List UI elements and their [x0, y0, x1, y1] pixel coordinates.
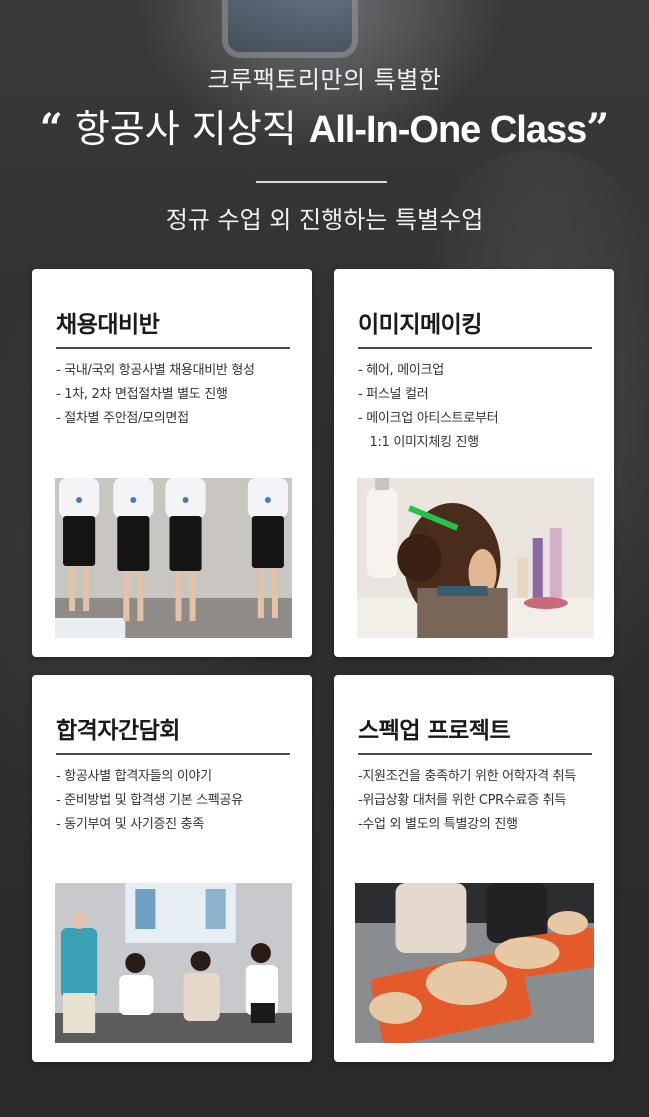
title-korean: 항공사 지상직 — [74, 107, 297, 151]
list-item: -지원조건을 충족하기 위한 어학자격 취득 — [358, 769, 576, 784]
card-list: - 국내/국외 항공사별 채용대비반 형성 - 1차, 2차 면접절차별 별도 … — [56, 359, 302, 431]
header-subtitle: 크루팩토리만의 특별한 — [207, 66, 442, 94]
list-item: 1:1 이미지체킹 진행 — [358, 435, 479, 450]
list-item: - 항공사별 합격자들의 이야기 — [56, 769, 212, 784]
list-item: - 1차, 2차 면접절차별 별도 진행 — [56, 387, 228, 402]
header-title: “ 항공사 지상직 All-In-One Class” — [0, 98, 649, 153]
card-image-making: 이미지메이킹 - 헤어, 메이크업 - 퍼스널 컬러 - 메이크업 아티스트로부… — [334, 269, 614, 657]
list-item: - 메이크업 아티스트로부터 — [358, 411, 499, 426]
close-quote: ” — [586, 105, 610, 152]
open-quote: “ — [39, 105, 63, 152]
list-item: - 동기부여 및 사기증진 충족 — [56, 817, 204, 832]
header-divider — [256, 181, 387, 183]
hair-styling-photo — [357, 478, 594, 638]
card-alumni-talk: 합격자간담회 - 항공사별 합격자들의 이야기 - 준비방법 및 합격생 기본 … — [32, 675, 312, 1062]
card-title: 합격자간담회 — [56, 711, 290, 755]
card-recruitment-prep: 채용대비반 - 국내/국외 항공사별 채용대비반 형성 - 1차, 2차 면접절… — [32, 269, 312, 657]
list-item: - 절차별 주안점/모의면접 — [56, 411, 189, 426]
list-item: - 국내/국외 항공사별 채용대비반 형성 — [56, 363, 255, 378]
card-title: 채용대비반 — [56, 305, 290, 349]
uniform-lineup-photo — [55, 478, 292, 638]
list-item: - 준비방법 및 합격생 기본 스펙공유 — [56, 793, 243, 808]
card-list: - 헤어, 메이크업 - 퍼스널 컬러 - 메이크업 아티스트로부터 1:1 이… — [358, 359, 604, 455]
card-title: 이미지메이킹 — [358, 305, 592, 349]
list-item: -수업 외 별도의 특별강의 진행 — [358, 817, 518, 832]
list-item: - 헤어, 메이크업 — [358, 363, 444, 378]
card-list: -지원조건을 충족하기 위한 어학자격 취득 -위급상황 대처를 위한 CPR수… — [358, 765, 604, 837]
card-spec-up-project: 스펙업 프로젝트 -지원조건을 충족하기 위한 어학자격 취득 -위급상황 대처… — [334, 675, 614, 1062]
card-list: - 항공사별 합격자들의 이야기 - 준비방법 및 합격생 기본 스펙공유 - … — [56, 765, 302, 837]
seminar-photo — [55, 883, 292, 1043]
header-tagline: 정규 수업 외 진행하는 특별수업 — [165, 206, 484, 234]
list-item: -위급상황 대처를 위한 CPR수료증 취득 — [358, 793, 567, 808]
card-title: 스펙업 프로젝트 — [358, 711, 592, 755]
header: 크루팩토리만의 특별한 “ 항공사 지상직 All-In-One Class” … — [0, 0, 649, 260]
cpr-training-photo — [355, 883, 594, 1043]
list-item: - 퍼스널 컬러 — [358, 387, 429, 402]
title-english: All-In-One Class — [308, 109, 587, 151]
